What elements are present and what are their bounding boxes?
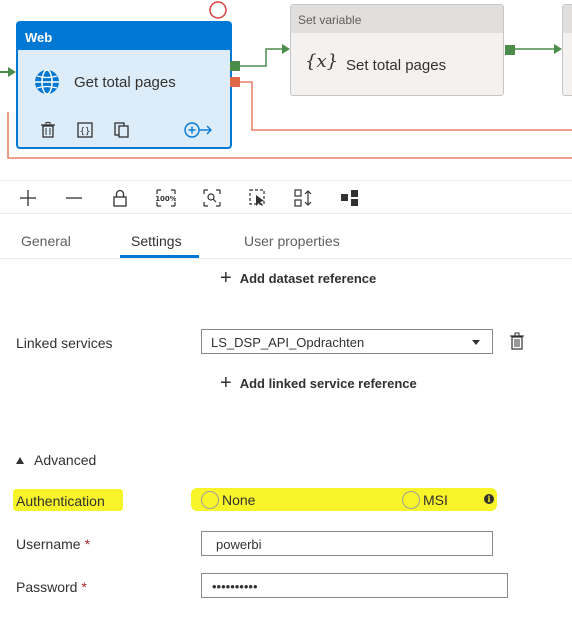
- tab-settings[interactable]: Settings: [131, 233, 182, 249]
- linked-services-label: Linked services: [16, 335, 113, 351]
- add-dataset-reference-label: Add dataset reference: [239, 270, 377, 286]
- add-dataset-reference-button[interactable]: + Add dataset reference: [220, 267, 377, 289]
- active-tab-indicator: [120, 255, 199, 258]
- linked-service-select[interactable]: LS_DSP_API_Opdrachten: [201, 329, 493, 354]
- add-linked-service-reference-label: Add linked service reference: [239, 375, 417, 391]
- success-output-port[interactable]: [230, 61, 240, 71]
- layout-icon[interactable]: [338, 186, 362, 210]
- zoom-fit-icon[interactable]: [200, 186, 224, 210]
- username-input[interactable]: powerbi: [201, 531, 493, 556]
- auth-option-none[interactable]: None: [201, 491, 255, 509]
- lock-icon[interactable]: [108, 186, 132, 210]
- add-linked-service-reference-button[interactable]: + Add linked service reference: [220, 372, 417, 394]
- radio-none[interactable]: [201, 491, 219, 509]
- required-mark: *: [81, 579, 87, 595]
- linked-service-value: LS_DSP_API_Opdrachten: [211, 335, 365, 350]
- plus-icon: +: [220, 372, 232, 394]
- copy-icon[interactable]: [112, 120, 132, 140]
- info-icon[interactable]: i: [484, 494, 494, 504]
- auth-option-msi[interactable]: MSI: [402, 491, 448, 509]
- variable-icon: {x}: [305, 51, 339, 72]
- radio-msi[interactable]: [402, 491, 420, 509]
- globe-icon: [35, 69, 59, 95]
- next-activity[interactable]: [562, 4, 572, 96]
- failure-output-port[interactable]: [230, 77, 240, 87]
- chevron-down-icon: [472, 340, 480, 345]
- code-icon[interactable]: {}: [75, 120, 95, 140]
- web-activity-title: Get total pages: [74, 74, 176, 91]
- select-icon[interactable]: [246, 186, 270, 210]
- set-variable-type-label: Set variable: [291, 5, 503, 33]
- add-output-arrow-icon[interactable]: [183, 120, 213, 140]
- password-value: ••••••••••: [212, 579, 258, 594]
- auth-option-msi-label: MSI: [423, 492, 448, 508]
- tab-general[interactable]: General: [21, 233, 71, 249]
- password-label: Password *: [16, 579, 87, 595]
- zoom-100-icon[interactable]: 100%: [154, 186, 178, 210]
- auto-align-icon[interactable]: [292, 186, 316, 210]
- auth-option-none-label: None: [222, 492, 256, 508]
- canvas-toolbar: 100%: [0, 180, 572, 214]
- password-input[interactable]: ••••••••••: [201, 573, 508, 598]
- plus-icon[interactable]: [16, 186, 40, 210]
- username-label: Username *: [16, 536, 91, 552]
- username-value: powerbi: [216, 537, 262, 552]
- zoom-100-text: 100%: [156, 195, 176, 203]
- svg-text:{}: {}: [80, 127, 91, 137]
- web-activity[interactable]: Web Get total pages {}: [17, 22, 240, 148]
- advanced-label: Advanced: [34, 452, 97, 468]
- advanced-section-toggle[interactable]: Advanced: [16, 452, 96, 468]
- collapse-triangle-icon: [16, 456, 24, 464]
- trash-icon[interactable]: [38, 120, 58, 140]
- set-variable-success-port[interactable]: [505, 45, 515, 55]
- tab-user-properties[interactable]: User properties: [244, 233, 340, 249]
- properties-tabs: General Settings User properties: [0, 215, 572, 259]
- minus-icon[interactable]: [62, 186, 86, 210]
- trash-icon[interactable]: [509, 332, 525, 350]
- required-mark: *: [84, 536, 91, 552]
- set-variable-title: Set total pages: [346, 57, 447, 74]
- set-variable-activity[interactable]: Set variable {x} Set total pages: [290, 4, 515, 96]
- web-activity-type-label: Web: [18, 23, 230, 50]
- authentication-label: Authentication: [16, 493, 105, 509]
- pipeline-canvas[interactable]: Web Get total pages {} Set variable {x} …: [0, 0, 572, 180]
- plus-icon: +: [220, 267, 232, 289]
